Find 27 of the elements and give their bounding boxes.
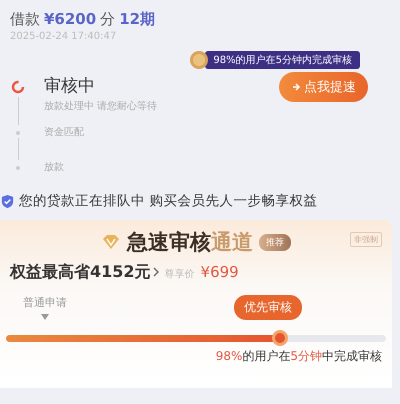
benefit-link[interactable]: 权益最高省4152元: [10, 262, 151, 283]
down-triangle-icon: [41, 314, 49, 320]
loan-amount: ¥6200: [44, 10, 96, 28]
recommend-tag: 推荐: [259, 234, 291, 250]
diamond-icon: [101, 234, 121, 250]
step-title: 放款: [44, 161, 64, 174]
footer-text: 98%的用户在5分钟中完成审核: [214, 348, 382, 365]
tip-banner: 98%的用户在5分钟内完成审核: [205, 51, 360, 69]
notice-text: 您的贷款正在排队中 购买会员先人一步畅享权益: [19, 192, 318, 210]
corner-label: 非强制: [350, 232, 382, 247]
price: ¥699: [200, 263, 239, 281]
arrow-icon: [291, 82, 301, 92]
coin-icon: [189, 50, 210, 70]
vip-title: 急速审核通道: [127, 229, 253, 256]
normal-label: 普通申请: [23, 295, 67, 310]
step-subtitle: 放款处理中 请您耐心等待: [44, 100, 158, 113]
step-title: 资金匹配: [44, 126, 84, 139]
price-label: 尊享价: [164, 268, 195, 281]
step-title: 审核中: [44, 75, 96, 97]
shield-icon: [0, 194, 15, 208]
progress-thumb[interactable]: [272, 330, 288, 346]
term-prefix: 分: [100, 10, 116, 29]
loan-label: 借款: [10, 10, 40, 29]
loan-term: 12期: [119, 10, 156, 29]
timestamp: 2025-02-24 17:40:47: [9, 30, 118, 44]
priority-badge: 优先审核: [234, 295, 302, 320]
chevron-right-icon: [152, 267, 159, 277]
